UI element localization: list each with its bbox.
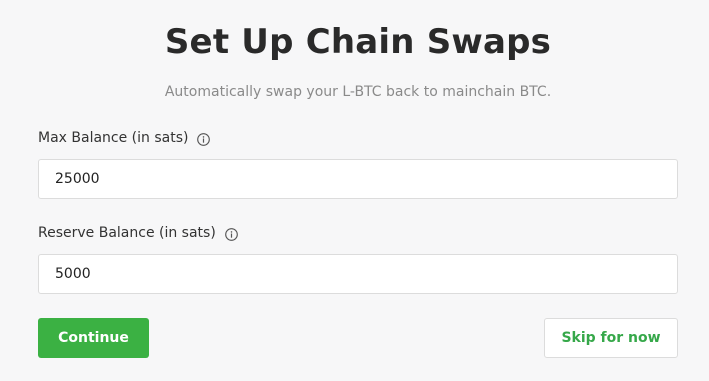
continue-button[interactable]: Continue	[38, 318, 149, 358]
info-icon[interactable]	[197, 132, 211, 146]
page-title: Set Up Chain Swaps	[164, 22, 552, 62]
skip-for-now-button[interactable]: Skip for now	[544, 318, 678, 358]
page-subtitle: Automatically swap your L-BTC back to ma…	[164, 84, 552, 100]
info-icon[interactable]	[224, 227, 238, 241]
reserve-balance-input[interactable]	[38, 254, 678, 294]
max-balance-label: Max Balance (in sats)	[38, 130, 189, 146]
max-balance-input[interactable]	[38, 159, 678, 199]
reserve-balance-label: Reserve Balance (in sats)	[38, 225, 216, 241]
max-balance-label-row: Max Balance (in sats)	[38, 130, 211, 146]
reserve-balance-label-row: Reserve Balance (in sats)	[38, 225, 238, 241]
